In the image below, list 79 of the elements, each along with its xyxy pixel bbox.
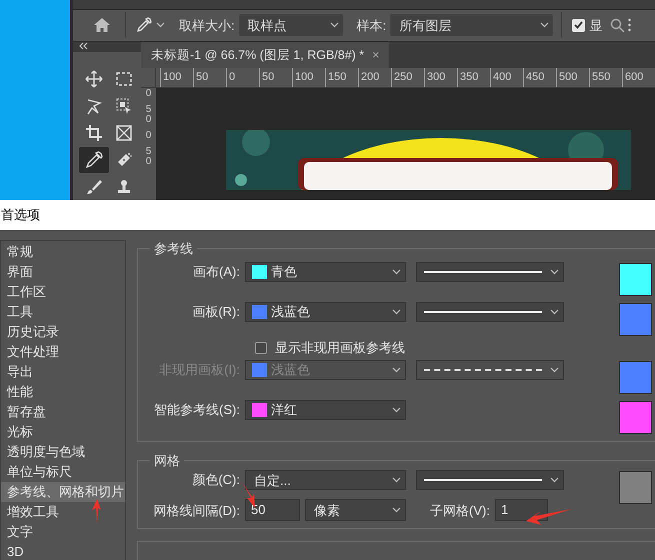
ruler-label: 450	[525, 70, 544, 86]
category-item[interactable]: 性能	[1, 382, 125, 402]
sample-label: 样本:	[356, 16, 386, 35]
category-item[interactable]: 工作区	[1, 282, 125, 302]
color-dropdown[interactable]: 青色	[245, 262, 406, 282]
category-item[interactable]: 透明度与色域	[1, 442, 125, 462]
ruler-label: 600	[624, 70, 644, 86]
field-label: 颜色(C):	[191, 471, 241, 490]
ruler-label: 300	[426, 70, 446, 86]
category-item[interactable]: 界面	[1, 262, 125, 282]
crop-icon	[84, 123, 104, 143]
color-dropdown[interactable]: 洋红	[245, 400, 406, 420]
document-title: 未标题-1 @ 66.7% (图层 1, RGB/8#) *	[151, 46, 364, 64]
eyedropper-tool[interactable]	[79, 147, 109, 173]
line-style-dropdown[interactable]	[416, 360, 564, 380]
line-style-dropdown[interactable]	[416, 302, 564, 322]
sample-size-dropdown[interactable]: 取样点	[238, 14, 343, 36]
move-icon	[84, 69, 104, 89]
color-dropdown[interactable]: 浅蓝色	[245, 302, 406, 322]
color-swatch[interactable]	[619, 303, 652, 336]
checkbox-label: 显	[589, 16, 602, 35]
ruler-label: 400	[492, 70, 512, 86]
category-item[interactable]: 参考线、网格和切片	[1, 482, 125, 502]
color-swatch[interactable]	[619, 401, 652, 434]
close-button[interactable]: ×	[372, 46, 380, 64]
category-item[interactable]: 文字	[1, 522, 125, 542]
field-label: 画板(R):	[192, 303, 240, 321]
ruler-label: 50	[145, 147, 152, 167]
ruler-label: 0	[228, 70, 236, 86]
line-style-dropdown[interactable]	[416, 470, 564, 490]
eyedropper-icon[interactable]	[136, 17, 165, 34]
category-item[interactable]: 3D	[1, 542, 125, 560]
category-item[interactable]: 暂存盘	[1, 402, 125, 422]
spacing-input[interactable]: 50	[245, 499, 300, 522]
field-label: 智能参考线(S):	[154, 401, 240, 419]
field-label: 子网格(V):	[430, 502, 490, 520]
sample-dropdown[interactable]: 所有图层	[390, 14, 554, 36]
category-item[interactable]: 历史记录	[1, 322, 125, 342]
checkbox-label: 显示非现用画板参考线	[275, 339, 405, 358]
category-item[interactable]: 常规	[1, 242, 125, 262]
sample-size-label: 取样大小:	[179, 16, 235, 35]
line-style-dropdown[interactable]	[416, 262, 564, 282]
ruler-label: 50	[261, 70, 274, 86]
search-icon[interactable]	[610, 18, 626, 33]
field-label: 画布(A):	[193, 263, 240, 281]
ruler-label: 150	[327, 70, 346, 86]
eyedropper-icon	[84, 150, 104, 170]
unit-dropdown[interactable]: 像素	[305, 499, 406, 522]
category-item[interactable]: 文件处理	[1, 342, 125, 362]
ruler-label: 550	[591, 70, 610, 86]
checkbox[interactable]	[255, 342, 267, 354]
color-swatch[interactable]	[619, 263, 652, 296]
ruler-label: 50	[145, 105, 152, 125]
frame-icon	[114, 123, 134, 143]
ruler-label: 100	[294, 70, 314, 86]
document-tab[interactable]: 未标题-1 @ 66.7% (图层 1, RGB/8#) * ×	[141, 42, 390, 68]
ruler-label: 350	[459, 70, 478, 86]
more-icon[interactable]	[628, 18, 632, 32]
ruler-label: 500	[558, 70, 578, 86]
category-item[interactable]: 光标	[1, 422, 125, 442]
category-item[interactable]: 工具	[1, 302, 125, 322]
checkbox[interactable]	[572, 18, 586, 32]
ruler-label: 100	[162, 70, 182, 86]
ruler-label: 0	[145, 131, 152, 141]
annotation-arrow	[526, 509, 572, 525]
brush-icon	[84, 177, 104, 197]
collapse-icon[interactable]	[73, 42, 141, 52]
category-item[interactable]: 单位与标尺	[1, 462, 125, 482]
field-label: 网格线间隔(D):	[153, 502, 240, 520]
ruler-label: 250	[393, 70, 412, 86]
ruler-label: 0	[145, 89, 152, 99]
color-swatch[interactable]	[619, 471, 652, 504]
category-item[interactable]: 导出	[1, 362, 125, 382]
ruler-label: 50	[195, 70, 208, 86]
ruler-label: 200	[360, 70, 380, 86]
category-item[interactable]: 增效工具	[1, 502, 125, 522]
dialog-title: 首选项	[0, 206, 40, 224]
color-dropdown[interactable]: 自定...	[245, 470, 406, 490]
subdivisions-input[interactable]: 1	[494, 499, 548, 522]
